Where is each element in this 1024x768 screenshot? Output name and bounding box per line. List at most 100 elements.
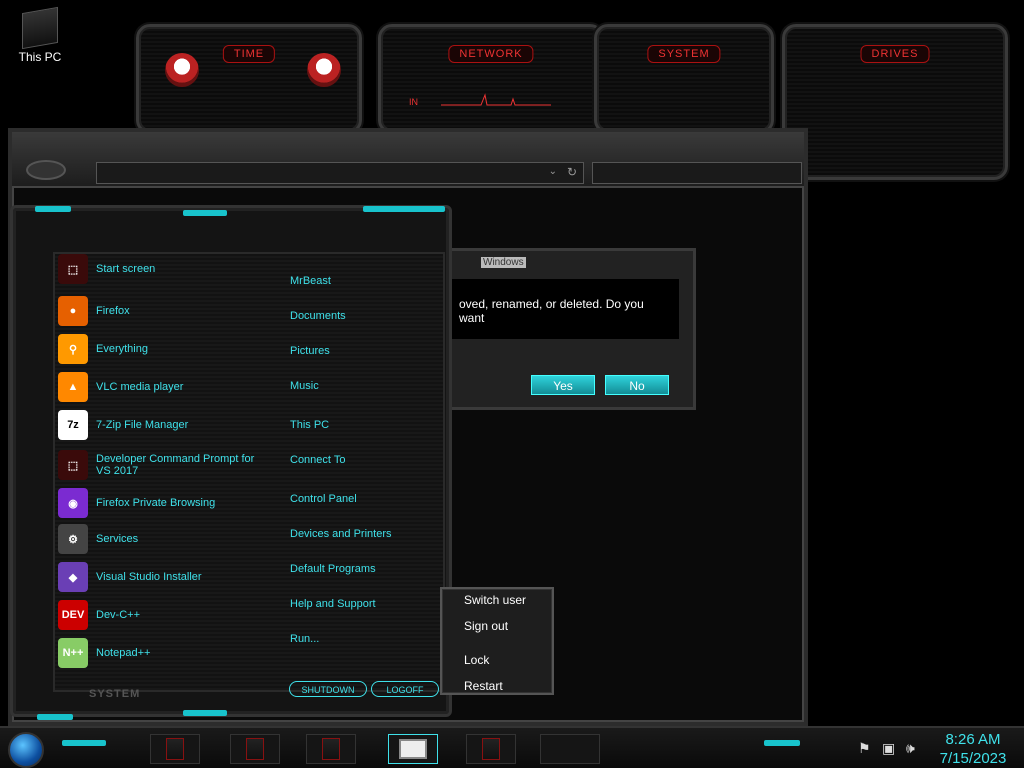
dialog-message: oved, renamed, or deleted. Do you want — [449, 279, 679, 339]
shutdown-button[interactable]: SHUTDOWN — [289, 681, 367, 697]
sign-out-item[interactable]: Sign out — [464, 619, 508, 633]
app-icon — [166, 738, 184, 760]
start-program-item[interactable]: ⚲ Everything — [58, 332, 288, 366]
system-gadget-title: SYSTEM — [647, 45, 721, 63]
devcpp-icon: DEV — [58, 600, 88, 630]
system-gadget: SYSTEM — [594, 24, 774, 134]
start-link-item[interactable]: Devices and Printers — [290, 528, 392, 540]
start-link-item[interactable]: Control Panel — [290, 493, 357, 505]
refresh-icon[interactable]: ↻ — [567, 165, 577, 179]
vlc-icon: ▲ — [58, 372, 88, 402]
program-label: Everything — [96, 343, 148, 355]
alien-logo-icon — [307, 53, 341, 87]
start-menu-accent — [37, 714, 73, 720]
drives-gadget-title: DRIVES — [860, 45, 930, 63]
flag-icon[interactable]: ⚑ — [858, 740, 871, 757]
start-program-item[interactable]: ⬚ Start screen — [58, 252, 288, 286]
start-program-item[interactable]: DEV Dev-C++ — [58, 598, 288, 632]
network-icon[interactable]: ▣ — [882, 740, 895, 757]
app-icon — [246, 738, 264, 760]
start-screen-icon: ⬚ — [58, 254, 88, 284]
desktop-icon-this-pc[interactable]: This PC — [10, 6, 70, 64]
window-logo-icon — [26, 160, 66, 180]
confirm-dialog: Windows oved, renamed, or deleted. Do yo… — [446, 248, 696, 410]
start-menu-accent — [183, 710, 227, 716]
restart-item[interactable]: Restart — [464, 679, 503, 693]
notepadpp-icon: N++ — [58, 638, 88, 668]
start-link-item[interactable]: Pictures — [290, 345, 330, 357]
this-pc-icon — [22, 6, 58, 50]
start-link-item[interactable]: Default Programs — [290, 563, 376, 575]
taskbar-item[interactable] — [150, 734, 200, 764]
lock-item[interactable]: Lock — [464, 653, 489, 667]
time-gadget-title: TIME — [222, 45, 276, 63]
taskbar-accent — [62, 740, 106, 746]
no-button[interactable]: No — [605, 375, 669, 395]
program-label: Visual Studio Installer — [96, 571, 202, 583]
network-in-label: IN — [409, 97, 418, 107]
app-icon — [322, 738, 340, 760]
address-bar[interactable]: ⌄ ↻ — [96, 162, 584, 184]
program-label: Services — [96, 533, 139, 545]
start-menu-footer-label: SYSTEM — [89, 688, 141, 700]
firefox-private-icon: ◉ — [58, 488, 88, 518]
program-label: Firefox Private Browsing — [96, 497, 216, 509]
start-menu-accent — [363, 206, 445, 212]
start-link-item[interactable]: MrBeast — [290, 275, 331, 287]
search-box[interactable] — [592, 162, 802, 184]
time-gadget: TIME — [136, 24, 362, 134]
app-icon — [482, 738, 500, 760]
program-label: Notepad++ — [96, 647, 151, 659]
taskbar-item-active[interactable] — [388, 734, 438, 764]
taskbar-clock[interactable]: 8:26 AM 7/15/2023 — [928, 730, 1018, 768]
network-gadget: NETWORK IN — [378, 24, 604, 134]
program-label: 7-Zip File Manager — [96, 419, 189, 431]
start-menu-accent — [183, 210, 227, 216]
logoff-button[interactable]: LOGOFF — [371, 681, 439, 697]
start-link-item[interactable]: This PC — [290, 419, 329, 431]
start-orb-button[interactable] — [8, 732, 44, 768]
yes-button[interactable]: Yes — [531, 375, 595, 395]
switch-user-item[interactable]: Switch user — [464, 593, 526, 607]
network-graph — [441, 93, 551, 106]
program-label: VLC media player — [96, 381, 184, 393]
services-gear-icon: ⚙ — [58, 524, 88, 554]
clock-time: 8:26 AM — [945, 731, 1001, 748]
taskbar-item[interactable] — [230, 734, 280, 764]
window-icon — [399, 739, 427, 759]
alien-logo-icon — [165, 53, 199, 87]
start-program-item[interactable]: ● Firefox — [58, 294, 288, 328]
program-label: Start screen — [96, 263, 156, 275]
taskbar-item[interactable] — [540, 734, 600, 764]
start-program-item[interactable]: ⚙ Services — [58, 522, 288, 556]
start-program-item[interactable]: ◆ Visual Studio Installer — [58, 560, 288, 594]
dialog-title: Windows — [481, 257, 526, 268]
vs-installer-icon: ◆ — [58, 562, 88, 592]
power-context-menu: Switch user Sign out Lock Restart — [440, 587, 554, 695]
start-link-item[interactable]: Documents — [290, 310, 346, 322]
start-menu-accent — [35, 206, 71, 212]
firefox-icon: ● — [58, 296, 88, 326]
drives-gadget: DRIVES — [782, 24, 1008, 180]
program-label: Firefox — [96, 305, 130, 317]
clock-date: 7/15/2023 — [939, 750, 1007, 767]
desktop-icon-label: This PC — [18, 50, 62, 64]
7zip-icon: 7z — [58, 410, 88, 440]
taskbar-accent — [764, 740, 800, 746]
start-program-item[interactable]: ◉ Firefox Private Browsing — [58, 486, 288, 520]
taskbar-item[interactable] — [466, 734, 516, 764]
start-program-item[interactable]: N++ Notepad++ — [58, 636, 288, 670]
start-link-item[interactable]: Help and Support — [290, 598, 376, 610]
start-link-item[interactable]: Connect To — [290, 454, 345, 466]
start-program-item[interactable]: ▲ VLC media player — [58, 370, 288, 404]
taskbar: ⚑ ▣ 🕪 8:26 AM 7/15/2023 — [0, 726, 1024, 768]
start-program-item[interactable]: 7z 7-Zip File Manager — [58, 408, 288, 442]
taskbar-item[interactable] — [306, 734, 356, 764]
volume-icon[interactable]: 🕪 — [906, 740, 915, 757]
start-link-item[interactable]: Music — [290, 380, 319, 392]
window-titlebar: ⌄ ↻ — [12, 132, 804, 188]
chevron-down-icon[interactable]: ⌄ — [549, 166, 557, 177]
everything-icon: ⚲ — [58, 334, 88, 364]
start-program-item[interactable]: ⬚ Developer Command Prompt for VS 2017 — [58, 448, 288, 482]
start-link-item[interactable]: Run... — [290, 633, 319, 645]
